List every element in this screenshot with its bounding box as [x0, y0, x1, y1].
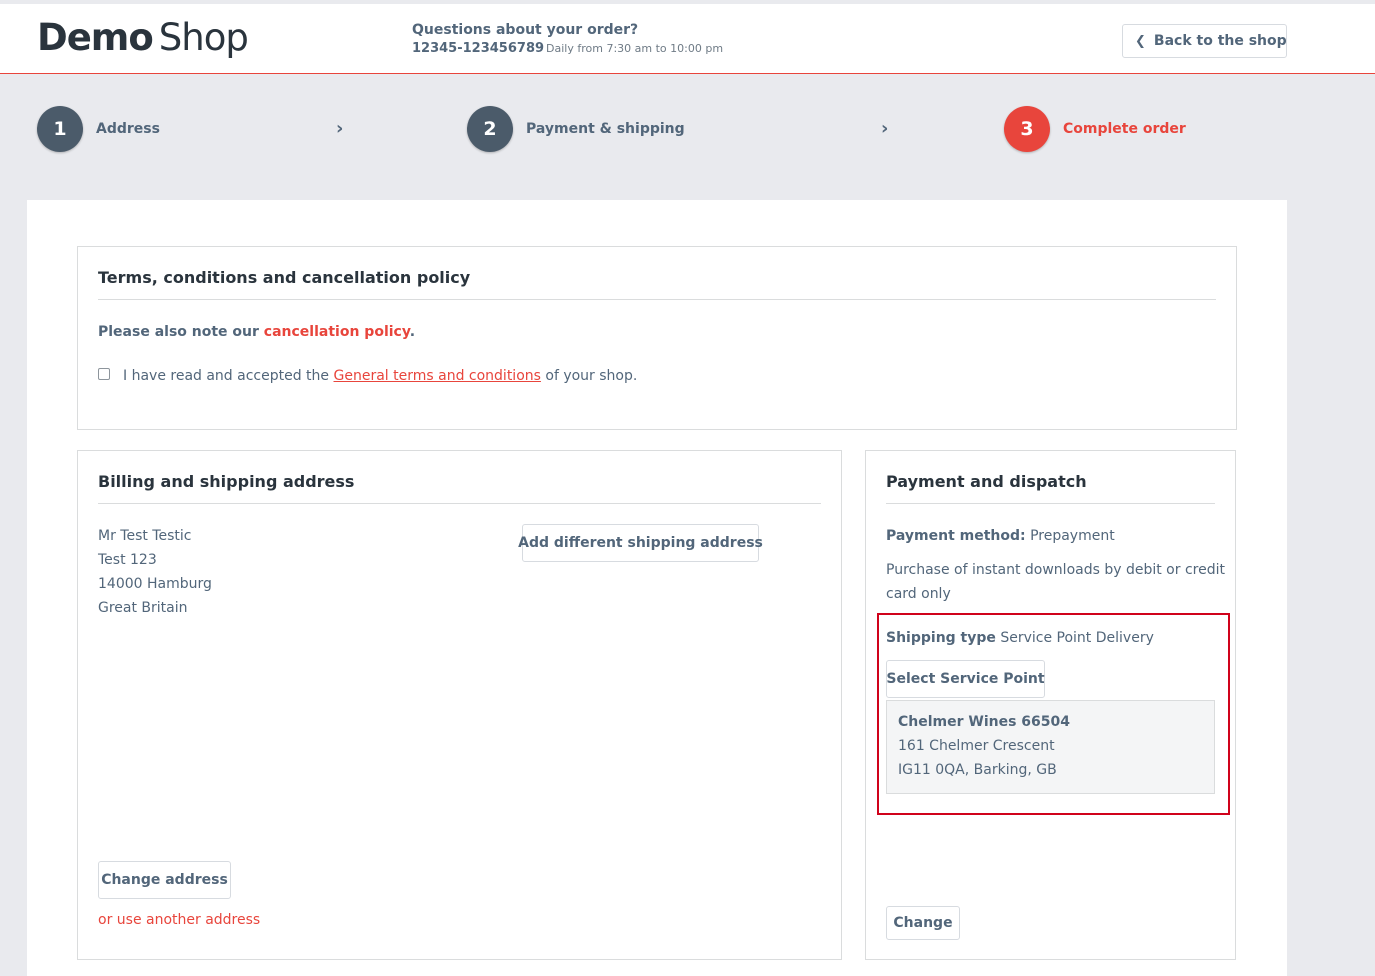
site-header: Demo Shop Questions about your order? 123… [0, 0, 1375, 74]
payment-method-value: Prepayment [1025, 528, 1115, 544]
step-number: 1 [37, 106, 83, 152]
payment-title: Payment and dispatch [886, 472, 1215, 504]
use-another-address-link[interactable]: or use another address [98, 908, 260, 932]
chevron-left-icon: ❮ [1135, 33, 1146, 49]
step-number: 2 [467, 106, 513, 152]
logo-light-text: Shop [158, 16, 249, 59]
step-payment-shipping[interactable]: 2 Payment & shipping [467, 106, 685, 152]
accept-terms-checkbox[interactable] [98, 368, 110, 380]
payment-note-line: Purchase of instant downloads by debit o… [886, 562, 1225, 578]
cancellation-note-prefix: Please also note our [98, 324, 264, 340]
payment-method-label: Payment method: [886, 528, 1026, 544]
hotline-hours: Daily from 7:30 am to 10:00 pm [546, 42, 724, 55]
accept-terms-suffix: of your shop. [540, 368, 638, 384]
billing-title: Billing and shipping address [98, 472, 821, 504]
step-number: 3 [1004, 106, 1050, 152]
chevron-right-icon: › [336, 118, 344, 139]
step-label: Payment & shipping [526, 121, 685, 137]
general-terms-link[interactable]: General terms and conditions [334, 368, 541, 384]
address-line: Great Britain [98, 600, 188, 616]
address-line: Test 123 [98, 552, 157, 568]
accept-terms-prefix: I have read and accepted the [123, 368, 334, 384]
address-line: 14000 Hamburg [98, 576, 212, 592]
service-hotline: Questions about your order? 12345-123456… [412, 21, 723, 59]
back-to-shop-button[interactable]: ❮ Back to the shop [1122, 24, 1287, 58]
hotline-question: Questions about your order? [412, 22, 639, 38]
billing-panel: Billing and shipping address Mr Test Tes… [77, 450, 842, 960]
change-payment-button[interactable]: Change [886, 906, 960, 940]
cancellation-note-suffix: . [409, 324, 416, 340]
accept-terms-text: I have read and accepted the General ter… [123, 364, 637, 388]
terms-title: Terms, conditions and cancellation polic… [98, 268, 1216, 300]
terms-panel: Terms, conditions and cancellation polic… [77, 246, 1237, 430]
logo-bold-text: Demo [37, 16, 154, 59]
hotline-phone: 12345-123456789 [412, 41, 545, 56]
back-to-shop-label: Back to the shop [1153, 33, 1287, 49]
change-address-button[interactable]: Change address [98, 861, 231, 899]
cancellation-policy-link[interactable]: cancellation policy [264, 324, 410, 340]
chevron-right-icon: › [881, 118, 889, 139]
address-line: Mr Test Testic [98, 528, 192, 544]
payment-method: Payment method: Prepayment [886, 524, 1115, 548]
checkout-main: Terms, conditions and cancellation polic… [27, 200, 1287, 976]
step-label: Address [96, 121, 160, 137]
step-label: Complete order [1063, 121, 1186, 137]
shop-logo[interactable]: Demo Shop [37, 16, 249, 59]
step-complete-order: 3 Complete order [1004, 106, 1186, 152]
payment-note-line: card only [886, 586, 951, 602]
step-address[interactable]: 1 Address [37, 106, 160, 152]
add-shipping-address-button[interactable]: Add different shipping address [518, 524, 763, 562]
shipping-highlight-frame [877, 613, 1230, 815]
cancellation-note: Please also note our cancellation policy… [98, 320, 415, 344]
